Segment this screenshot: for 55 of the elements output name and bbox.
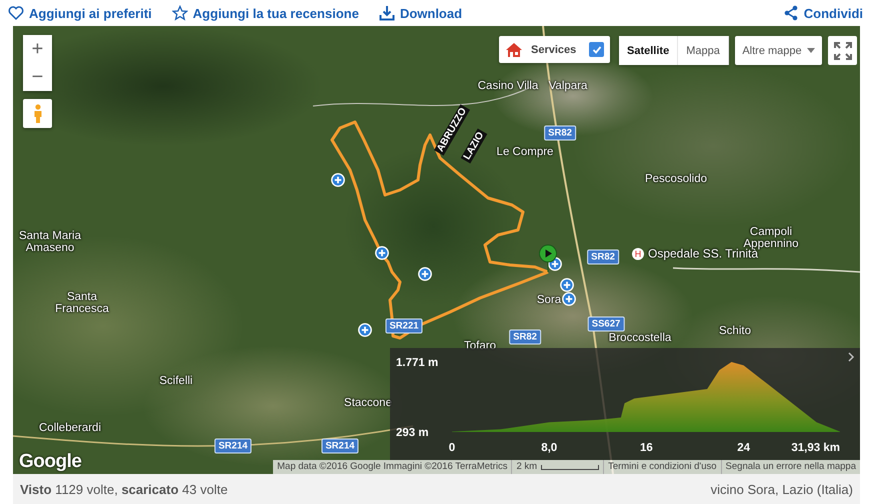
- start-flag-pin-icon[interactable]: [539, 244, 557, 272]
- action-link[interactable]: Aggiungi ai preferiti: [8, 5, 152, 21]
- person-icon: [32, 104, 42, 124]
- road-shield: SR221: [385, 318, 423, 334]
- axis-label: 293 m: [396, 427, 429, 439]
- place-label: Casino Villa: [478, 80, 538, 92]
- zoom-in-button[interactable]: +: [23, 35, 52, 63]
- place-label: Broccostella: [608, 332, 672, 344]
- place-label: Campoli Appennino: [744, 226, 798, 250]
- axis-label: 8,0: [541, 442, 558, 454]
- place-label: Scifelli: [159, 374, 193, 388]
- download-icon: [378, 5, 395, 21]
- axis-label: 31,93 km: [791, 442, 840, 454]
- chevron-right-icon[interactable]: [848, 352, 854, 362]
- zoom-out-button[interactable]: −: [23, 63, 52, 91]
- map-type-tab[interactable]: Satellite: [619, 36, 678, 65]
- fullscreen-button[interactable]: [828, 36, 857, 65]
- road-shield: SR82: [509, 330, 541, 344]
- heart-icon: [8, 5, 24, 21]
- place-label: Pescosolido: [645, 172, 707, 186]
- road-shield: SR82: [544, 126, 576, 140]
- share-icon: [782, 5, 799, 21]
- place-label: Schito: [719, 324, 751, 338]
- axis-label: 24: [737, 442, 750, 454]
- place-label: Le Compre: [496, 146, 554, 158]
- axis-label: 1.771 m: [396, 357, 438, 369]
- place-label: Ospedale SS. Trinità: [648, 248, 758, 260]
- more-maps-dropdown[interactable]: Altre mappe: [735, 36, 822, 65]
- axis-label: 0: [448, 442, 456, 454]
- location-text: vicino Sora, Lazio (Italia): [710, 482, 853, 496]
- action-link[interactable]: Download: [378, 5, 462, 21]
- stats-text: Visto 1129 volte, scaricato 43 volte: [20, 482, 228, 496]
- attribution-text: Map data ©2016 Google Immagini ©2016 TerraMetrics: [276, 460, 508, 474]
- road-shield: SR214: [321, 438, 359, 454]
- star-icon: [172, 5, 188, 21]
- action-link[interactable]: Aggiungi la tua recensione: [172, 5, 359, 21]
- place-label: Tofaro: [464, 340, 496, 352]
- google-logo: Google: [19, 451, 82, 473]
- place-label: Santa Francesca: [55, 290, 109, 316]
- place-label: Colleberardi: [39, 422, 101, 434]
- place-label: Staccone: [344, 396, 392, 410]
- caret-icon: [806, 48, 815, 53]
- services-checkbox[interactable]: [589, 42, 604, 57]
- place-label: Sora: [536, 294, 562, 306]
- checkmark-icon: [592, 44, 602, 54]
- fullscreen-icon: [834, 42, 852, 60]
- share-link[interactable]: Condividi: [782, 5, 863, 21]
- road-shield: SR82: [587, 250, 619, 264]
- place-label: Santa Maria Amaseno: [19, 230, 81, 254]
- house-icon: [505, 42, 523, 58]
- road-shield: SS627: [588, 316, 624, 332]
- services-label: Services: [531, 44, 578, 56]
- road-shield: SR214: [214, 438, 252, 454]
- axis-label: 16: [640, 442, 653, 454]
- map-type-tab[interactable]: Mappa: [678, 36, 729, 65]
